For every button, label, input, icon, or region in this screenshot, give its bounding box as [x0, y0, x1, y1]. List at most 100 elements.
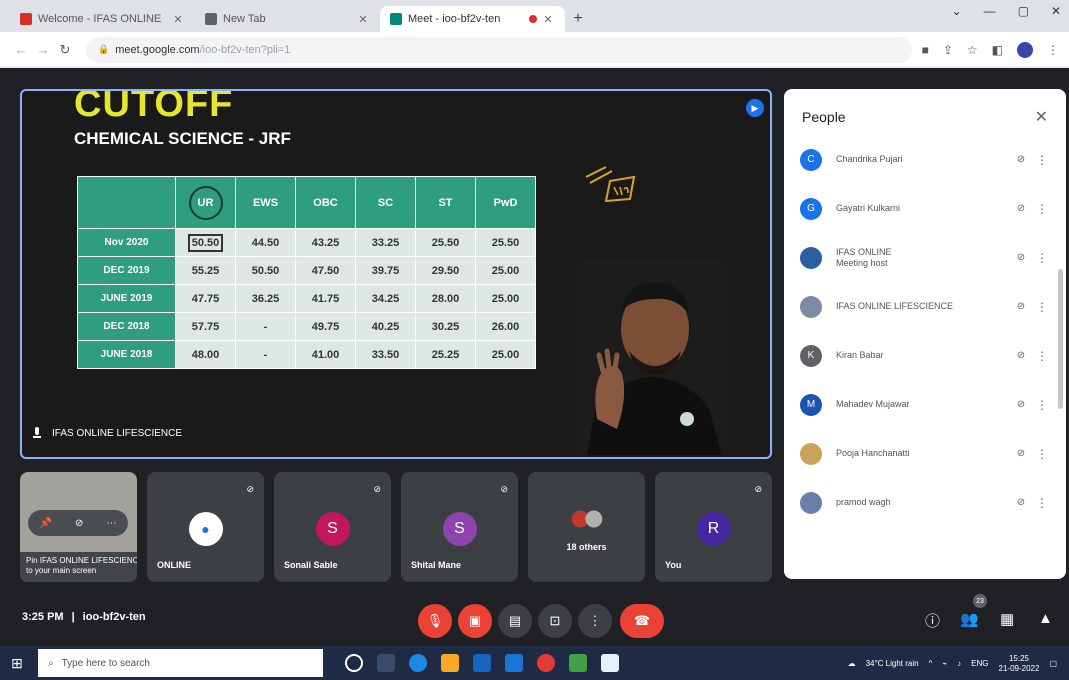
chrome-icon[interactable]	[537, 654, 555, 672]
participant-row[interactable]: M Mahadev Mujawar ⊘ ⋮	[784, 380, 1066, 429]
meet-favicon-icon	[390, 13, 402, 25]
others-tile[interactable]: 18 others	[528, 472, 645, 582]
mute-icon[interactable]: ⊘	[75, 518, 83, 529]
more-options-icon[interactable]: ⋮	[1032, 300, 1052, 314]
close-tab-icon[interactable]: ✕	[171, 13, 185, 26]
app-icon[interactable]	[601, 654, 619, 672]
notifications-icon[interactable]: ▢	[1049, 659, 1057, 668]
taskbar-search-input[interactable]: ⌕ Type here to search	[38, 649, 323, 677]
table-cell: 48.00	[175, 340, 236, 369]
table-cell: 29.50	[415, 256, 476, 285]
participant-row[interactable]: pramod wagh ⊘ ⋮	[784, 478, 1066, 527]
participant-tile[interactable]: ⊘ S Shital Mane	[401, 472, 518, 582]
participant-tile[interactable]: ⊘ ● ONLINE	[147, 472, 264, 582]
file-explorer-icon[interactable]	[441, 654, 459, 672]
url-input[interactable]: 🔒 meet.google.com /ioo-bf2v-ten?pli=1	[86, 36, 912, 63]
browser-menu-icon[interactable]: ⋮	[1047, 43, 1059, 57]
close-tab-icon[interactable]: ✕	[541, 13, 555, 26]
browser-tab-ifas[interactable]: Welcome - IFAS ONLINE ✕	[10, 6, 195, 32]
camera-icon[interactable]: ■	[922, 43, 929, 57]
tray-chevron-icon[interactable]: ^	[929, 659, 933, 668]
maximize-button[interactable]: ▢	[1018, 4, 1029, 18]
volume-icon[interactable]: ♪	[957, 659, 961, 668]
muted-icon[interactable]: ⊘	[1010, 399, 1032, 410]
forward-arrow-icon[interactable]: →	[32, 42, 54, 57]
people-icon[interactable]: 👥	[960, 610, 979, 628]
reload-icon[interactable]: ↻	[54, 42, 76, 58]
avatar: M	[800, 393, 822, 416]
muted-icon[interactable]: ⊘	[1010, 350, 1032, 361]
cortana-icon[interactable]	[345, 654, 363, 672]
more-options-icon[interactable]: ⋮	[1032, 496, 1052, 510]
presentation-tile[interactable]: ▶ CUTOFF CHEMICAL SCIENCE - JRF UR EWS O…	[20, 89, 772, 459]
muted-icon[interactable]: ⊘	[1010, 252, 1032, 263]
chat-icon[interactable]: ▦	[1000, 610, 1014, 628]
browser-tab-strip: Welcome - IFAS ONLINE ✕ New Tab ✕ Meet -…	[0, 0, 1069, 32]
info-icon[interactable]: ⓘ	[925, 610, 940, 631]
app-icon[interactable]	[569, 654, 587, 672]
more-options-icon[interactable]: ⋮	[1032, 153, 1052, 167]
participant-tile[interactable]: ⊘ S Sonali Sable	[274, 472, 391, 582]
table-row: Nov 2020 50.50 44.50 43.25 33.25 25.50 25.50	[77, 228, 536, 257]
participant-row[interactable]: IFAS ONLINE Meeting host ⊘ ⋮	[784, 233, 1066, 282]
camera-toggle-button[interactable]: ▣	[458, 604, 492, 638]
table-cell: 25.50	[415, 228, 476, 257]
participant-row[interactable]: G Gayatri Kulkarni ⊘ ⋮	[784, 184, 1066, 233]
table-cell: 25.00	[475, 284, 536, 313]
muted-icon[interactable]: ⊘	[1010, 301, 1032, 312]
pin-icon[interactable]: ▶	[746, 99, 764, 117]
leave-call-button[interactable]: ☎	[620, 604, 664, 638]
sidebar-icon[interactable]: ◧	[992, 43, 1003, 57]
more-options-icon[interactable]: ⋮	[1032, 447, 1052, 461]
browser-tab-meet[interactable]: Meet - ioo-bf2v-ten ✕	[380, 6, 565, 32]
slide-subtitle: CHEMICAL SCIENCE - JRF	[74, 129, 291, 148]
participant-row[interactable]: Pooja Hanchanatti ⊘ ⋮	[784, 429, 1066, 478]
present-button[interactable]: ⊡	[538, 604, 572, 638]
muted-icon[interactable]: ⊘	[1010, 448, 1032, 459]
participant-name-block: Pooja Hanchanatti	[836, 448, 1010, 459]
start-menu-icon[interactable]: ⊞	[0, 655, 34, 672]
more-options-icon[interactable]: ⋮	[1032, 349, 1052, 363]
participant-row[interactable]: IFAS ONLINE LIFESCIENCE ⊘ ⋮	[784, 282, 1066, 331]
network-icon[interactable]: ⌁	[942, 659, 947, 668]
close-icon[interactable]: ✕	[1035, 107, 1048, 127]
edge-icon[interactable]	[409, 654, 427, 672]
participant-name-block: Gayatri Kulkarni	[836, 203, 1010, 214]
participant-row[interactable]: K Kiran Babar ⊘ ⋮	[784, 331, 1066, 380]
muted-icon[interactable]: ⊘	[1010, 154, 1032, 165]
table-cell: 33.25	[355, 228, 416, 257]
taskbar-clock[interactable]: 15:25 21-09-2022	[999, 654, 1040, 673]
share-icon[interactable]: ⇪	[943, 43, 953, 57]
more-options-icon[interactable]: ⋯	[106, 518, 116, 529]
captions-button[interactable]: ▤	[498, 604, 532, 638]
back-arrow-icon[interactable]: ←	[10, 42, 32, 57]
activities-icon[interactable]: ▲	[1038, 610, 1053, 627]
browser-tab-new[interactable]: New Tab ✕	[195, 6, 380, 32]
presenter-name: IFAS ONLINE LIFESCIENCE	[52, 427, 183, 439]
mic-toggle-button[interactable]: 🎙	[418, 604, 452, 638]
more-options-icon[interactable]: ⋮	[1032, 398, 1052, 412]
tab-search-icon[interactable]: ⌄	[952, 4, 962, 18]
store-icon[interactable]	[473, 654, 491, 672]
pin-icon[interactable]: 📌	[40, 518, 52, 529]
muted-icon[interactable]: ⊘	[1010, 203, 1032, 214]
mail-icon[interactable]	[505, 654, 523, 672]
profile-avatar[interactable]	[1017, 41, 1033, 58]
more-options-icon[interactable]: ⋮	[1032, 251, 1052, 265]
participant-name-block: IFAS ONLINE Meeting host	[836, 247, 1010, 269]
self-tile[interactable]: ⊘ R You	[655, 472, 772, 582]
close-tab-icon[interactable]: ✕	[356, 13, 370, 26]
people-scrollbar[interactable]	[1058, 269, 1063, 409]
minimize-button[interactable]: —	[984, 4, 996, 18]
language-indicator[interactable]: ENG	[971, 659, 988, 668]
more-options-icon[interactable]: ⋮	[1032, 202, 1052, 216]
weather-label[interactable]: 34°C Light rain	[866, 659, 919, 668]
muted-icon[interactable]: ⊘	[1010, 497, 1032, 508]
self-view-tile[interactable]: 📌 ⊘ ⋯ Pin IFAS ONLINE LIFESCIENCE to you…	[20, 472, 137, 582]
participant-row[interactable]: C Chandrika Pujari ⊘ ⋮	[784, 135, 1066, 184]
close-window-button[interactable]: ✕	[1051, 4, 1061, 18]
more-options-button[interactable]: ⋮	[578, 604, 612, 638]
bookmark-star-icon[interactable]: ☆	[967, 43, 978, 57]
new-tab-button[interactable]: +	[565, 6, 591, 32]
task-view-icon[interactable]	[377, 654, 395, 672]
